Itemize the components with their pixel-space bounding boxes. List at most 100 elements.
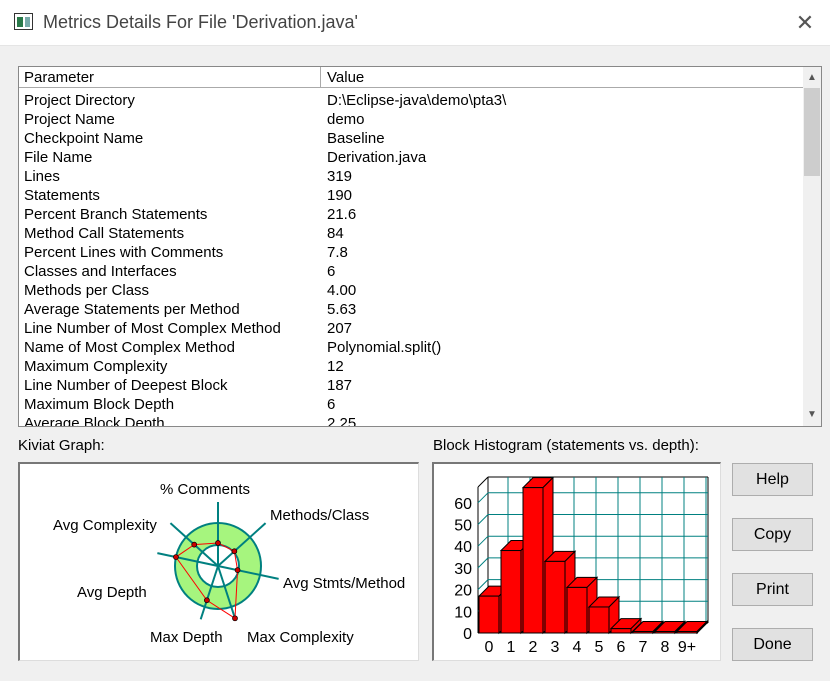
value-cell: 6: [327, 263, 336, 280]
close-icon[interactable]: ✕: [790, 8, 820, 38]
parameter-cell: Checkpoint Name: [24, 130, 144, 147]
parameter-cell: Name of Most Complex Method: [24, 339, 235, 356]
bar: [566, 586, 588, 634]
window-title: Metrics Details For File 'Derivation.jav…: [43, 12, 358, 32]
kiviat-point: [231, 548, 238, 555]
bar: [478, 595, 500, 634]
x-tick-label: 0: [485, 639, 494, 656]
bar: [676, 631, 698, 634]
value-cell: 6: [327, 396, 336, 413]
histogram-label: Block Histogram (statements vs. depth):: [433, 437, 699, 454]
table-row[interactable]: Name of Most Complex Method Polynomial.sp…: [19, 338, 804, 357]
value-cell: demo: [327, 111, 365, 128]
value-cell: 7.8: [327, 244, 348, 261]
parameter-cell: Classes and Interfaces: [24, 263, 177, 280]
x-tick-label: 7: [639, 639, 648, 656]
parameter-cell: Statements: [24, 187, 100, 204]
table-row[interactable]: File Name Derivation.java: [19, 148, 804, 167]
table-row[interactable]: Methods per Class 4.00: [19, 281, 804, 300]
parameter-cell: Line Number of Most Complex Method: [24, 320, 281, 337]
y-tick-label: 60: [454, 496, 472, 513]
parameter-cell: Methods per Class: [24, 282, 150, 299]
column-header-value[interactable]: Value: [320, 67, 364, 88]
kiviat-axis-label: Max Depth: [150, 629, 223, 646]
parameter-cell: File Name: [24, 149, 93, 166]
table-row[interactable]: Maximum Block Depth 6: [19, 395, 804, 414]
x-tick-label: 3: [551, 639, 560, 656]
y-tick-label: 10: [454, 604, 472, 621]
parameter-cell: Project Directory: [24, 92, 135, 109]
parameter-cell: Maximum Block Depth: [24, 396, 175, 413]
vertical-scrollbar[interactable]: ▲ ▼: [803, 67, 821, 426]
grid-line-diagonal: [477, 514, 489, 525]
x-tick-label: 1: [507, 639, 516, 656]
table-row[interactable]: Percent Branch Statements 21.6: [19, 205, 804, 224]
parameter-cell: Method Call Statements: [24, 225, 185, 242]
kiviat-axis-label: % Comments: [160, 481, 250, 498]
kiviat-axis-label: Methods/Class: [270, 507, 369, 524]
help-button[interactable]: Help: [732, 463, 813, 496]
x-tick-label: 5: [595, 639, 604, 656]
y-tick-label: 0: [463, 626, 472, 643]
table-row[interactable]: Percent Lines with Comments 7.8: [19, 243, 804, 262]
value-cell: 2.25: [327, 415, 357, 427]
parameter-cell: Project Name: [24, 111, 115, 128]
table-row[interactable]: Line Number of Deepest Block 187: [19, 376, 804, 395]
kiviat-graph: % Comments Methods/Class Avg Stmts/Method M…: [18, 462, 419, 661]
kiviat-point: [234, 567, 241, 574]
value-cell: Baseline: [327, 130, 385, 147]
table-row[interactable]: Project Name demo: [19, 110, 804, 129]
scroll-thumb[interactable]: [804, 88, 820, 176]
bar: [632, 631, 654, 634]
table-header: Parameter Value: [19, 67, 804, 88]
table-row[interactable]: Lines 319: [19, 167, 804, 186]
y-tick-label: 20: [454, 583, 472, 600]
kiviat-label: Kiviat Graph:: [18, 437, 105, 454]
kiviat-axis-label: Avg Complexity: [53, 517, 157, 534]
kiviat-point: [173, 554, 179, 560]
metrics-table: Parameter Value Project Directory D:\Ecli…: [18, 66, 822, 427]
parameter-cell: Average Statements per Method: [24, 301, 240, 318]
table-row[interactable]: Method Call Statements 84: [19, 224, 804, 243]
y-tick-label: 30: [454, 561, 472, 578]
done-button[interactable]: Done: [732, 628, 813, 661]
kiviat-point: [204, 597, 210, 604]
table-row[interactable]: Line Number of Most Complex Method 207: [19, 319, 804, 338]
bar: [544, 560, 566, 634]
value-cell: 5.63: [327, 301, 357, 318]
copy-button[interactable]: Copy: [732, 518, 813, 551]
table-row[interactable]: Maximum Complexity 12: [19, 357, 804, 376]
bar: [654, 631, 676, 634]
x-tick-label: 2: [529, 639, 538, 656]
table-row[interactable]: Checkpoint Name Baseline: [19, 129, 804, 148]
grid-line-diagonal: [477, 492, 489, 504]
value-cell: 207: [327, 320, 353, 337]
title-bar: Metrics Details For File 'Derivation.jav…: [0, 0, 830, 46]
table-row[interactable]: Classes and Interfaces 6: [19, 262, 804, 281]
value-cell: 190: [327, 187, 353, 204]
bar: [522, 487, 544, 634]
block-histogram: 0 10 20 30 40 50 60 0 1 2 3 4 5 6 7 8 9+: [432, 462, 721, 661]
grid-line-diagonal: [477, 557, 489, 569]
y-tick-label: 50: [454, 518, 472, 535]
table-body: Project Directory D:\Eclipse-java\demo\pt…: [19, 91, 804, 427]
value-cell: Derivation.java: [327, 149, 427, 166]
table-row[interactable]: Project Directory D:\Eclipse-java\demo\pt…: [19, 91, 804, 110]
column-header-parameter[interactable]: Parameter: [24, 69, 94, 86]
parameter-cell: Lines: [24, 168, 60, 185]
scroll-down-icon[interactable]: ▼: [803, 406, 821, 424]
print-button[interactable]: Print: [732, 573, 813, 606]
kiviat-point: [215, 540, 221, 546]
kiviat-point: [191, 541, 198, 548]
value-cell: 319: [327, 168, 353, 185]
table-row[interactable]: Statements 190: [19, 186, 804, 205]
table-row[interactable]: Average Block Depth 2.25: [19, 414, 804, 427]
x-tick-label: 8: [661, 639, 670, 656]
table-row[interactable]: Average Statements per Method 5.63: [19, 300, 804, 319]
side-edge: [477, 476, 489, 488]
parameter-cell: Maximum Complexity: [24, 358, 168, 375]
value-cell: 21.6: [327, 206, 357, 223]
x-tick-label: 4: [573, 639, 582, 656]
value-cell: 4.00: [327, 282, 357, 299]
scroll-up-icon[interactable]: ▲: [803, 69, 821, 87]
